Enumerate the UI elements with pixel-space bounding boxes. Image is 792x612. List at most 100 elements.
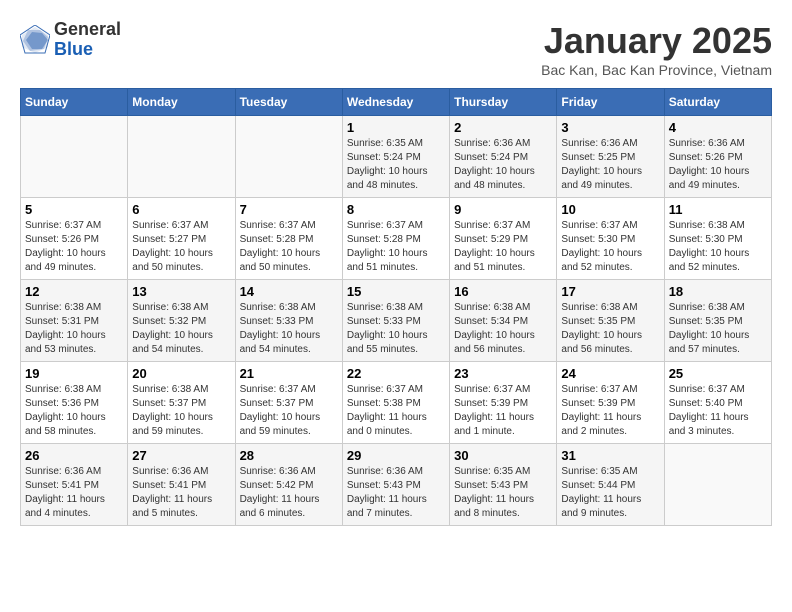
day-info: Sunrise: 6:38 AMSunset: 5:31 PMDaylight:… bbox=[25, 302, 106, 355]
calendar-week-row: 26 Sunrise: 6:36 AMSunset: 5:41 PMDaylig… bbox=[21, 444, 772, 526]
calendar-day-cell: 9 Sunrise: 6:37 AMSunset: 5:29 PMDayligh… bbox=[450, 198, 557, 280]
day-info: Sunrise: 6:36 AMSunset: 5:25 PMDaylight:… bbox=[561, 138, 642, 191]
day-info: Sunrise: 6:38 AMSunset: 5:35 PMDaylight:… bbox=[561, 302, 642, 355]
calendar-week-row: 1 Sunrise: 6:35 AMSunset: 5:24 PMDayligh… bbox=[21, 116, 772, 198]
calendar-day-cell: 19 Sunrise: 6:38 AMSunset: 5:36 PMDaylig… bbox=[21, 362, 128, 444]
weekday-header-tuesday: Tuesday bbox=[235, 89, 342, 116]
day-info: Sunrise: 6:38 AMSunset: 5:32 PMDaylight:… bbox=[132, 302, 213, 355]
page-header: General Blue January 2025 Bac Kan, Bac K… bbox=[20, 20, 772, 78]
day-info: Sunrise: 6:38 AMSunset: 5:33 PMDaylight:… bbox=[240, 302, 321, 355]
day-info: Sunrise: 6:36 AMSunset: 5:41 PMDaylight:… bbox=[132, 466, 212, 519]
day-number: 20 bbox=[132, 366, 230, 381]
day-number: 18 bbox=[669, 284, 767, 299]
day-number: 19 bbox=[25, 366, 123, 381]
day-info: Sunrise: 6:36 AMSunset: 5:26 PMDaylight:… bbox=[669, 138, 750, 191]
calendar-day-cell bbox=[128, 116, 235, 198]
day-number: 7 bbox=[240, 202, 338, 217]
day-number: 14 bbox=[240, 284, 338, 299]
day-number: 8 bbox=[347, 202, 445, 217]
day-info: Sunrise: 6:37 AMSunset: 5:39 PMDaylight:… bbox=[561, 384, 641, 437]
day-number: 4 bbox=[669, 120, 767, 135]
day-number: 10 bbox=[561, 202, 659, 217]
weekday-header-wednesday: Wednesday bbox=[342, 89, 449, 116]
logo-icon bbox=[20, 25, 50, 55]
weekday-header-row: SundayMondayTuesdayWednesdayThursdayFrid… bbox=[21, 89, 772, 116]
calendar-week-row: 12 Sunrise: 6:38 AMSunset: 5:31 PMDaylig… bbox=[21, 280, 772, 362]
month-title: January 2025 bbox=[541, 20, 772, 62]
calendar-day-cell: 7 Sunrise: 6:37 AMSunset: 5:28 PMDayligh… bbox=[235, 198, 342, 280]
day-number: 30 bbox=[454, 448, 552, 463]
logo: General Blue bbox=[20, 20, 121, 60]
calendar-day-cell bbox=[235, 116, 342, 198]
calendar-day-cell: 20 Sunrise: 6:38 AMSunset: 5:37 PMDaylig… bbox=[128, 362, 235, 444]
day-number: 16 bbox=[454, 284, 552, 299]
weekday-header-sunday: Sunday bbox=[21, 89, 128, 116]
day-info: Sunrise: 6:38 AMSunset: 5:35 PMDaylight:… bbox=[669, 302, 750, 355]
calendar-week-row: 19 Sunrise: 6:38 AMSunset: 5:36 PMDaylig… bbox=[21, 362, 772, 444]
day-info: Sunrise: 6:35 AMSunset: 5:43 PMDaylight:… bbox=[454, 466, 534, 519]
day-number: 12 bbox=[25, 284, 123, 299]
day-info: Sunrise: 6:35 AMSunset: 5:44 PMDaylight:… bbox=[561, 466, 641, 519]
day-info: Sunrise: 6:35 AMSunset: 5:24 PMDaylight:… bbox=[347, 138, 428, 191]
day-info: Sunrise: 6:38 AMSunset: 5:34 PMDaylight:… bbox=[454, 302, 535, 355]
day-info: Sunrise: 6:38 AMSunset: 5:33 PMDaylight:… bbox=[347, 302, 428, 355]
day-info: Sunrise: 6:37 AMSunset: 5:28 PMDaylight:… bbox=[347, 220, 428, 273]
weekday-header-monday: Monday bbox=[128, 89, 235, 116]
calendar-day-cell: 31 Sunrise: 6:35 AMSunset: 5:44 PMDaylig… bbox=[557, 444, 664, 526]
day-info: Sunrise: 6:37 AMSunset: 5:37 PMDaylight:… bbox=[240, 384, 321, 437]
day-number: 25 bbox=[669, 366, 767, 381]
calendar-day-cell: 28 Sunrise: 6:36 AMSunset: 5:42 PMDaylig… bbox=[235, 444, 342, 526]
day-info: Sunrise: 6:36 AMSunset: 5:24 PMDaylight:… bbox=[454, 138, 535, 191]
day-info: Sunrise: 6:37 AMSunset: 5:38 PMDaylight:… bbox=[347, 384, 427, 437]
day-info: Sunrise: 6:37 AMSunset: 5:30 PMDaylight:… bbox=[561, 220, 642, 273]
day-number: 15 bbox=[347, 284, 445, 299]
day-number: 24 bbox=[561, 366, 659, 381]
calendar-day-cell: 3 Sunrise: 6:36 AMSunset: 5:25 PMDayligh… bbox=[557, 116, 664, 198]
logo-blue: Blue bbox=[54, 40, 121, 60]
day-number: 1 bbox=[347, 120, 445, 135]
calendar-day-cell: 22 Sunrise: 6:37 AMSunset: 5:38 PMDaylig… bbox=[342, 362, 449, 444]
day-number: 27 bbox=[132, 448, 230, 463]
day-info: Sunrise: 6:38 AMSunset: 5:36 PMDaylight:… bbox=[25, 384, 106, 437]
day-number: 11 bbox=[669, 202, 767, 217]
calendar-day-cell: 2 Sunrise: 6:36 AMSunset: 5:24 PMDayligh… bbox=[450, 116, 557, 198]
weekday-header-saturday: Saturday bbox=[664, 89, 771, 116]
logo-general: General bbox=[54, 20, 121, 40]
day-number: 26 bbox=[25, 448, 123, 463]
day-info: Sunrise: 6:36 AMSunset: 5:41 PMDaylight:… bbox=[25, 466, 105, 519]
calendar-day-cell: 6 Sunrise: 6:37 AMSunset: 5:27 PMDayligh… bbox=[128, 198, 235, 280]
calendar-day-cell: 23 Sunrise: 6:37 AMSunset: 5:39 PMDaylig… bbox=[450, 362, 557, 444]
day-info: Sunrise: 6:38 AMSunset: 5:30 PMDaylight:… bbox=[669, 220, 750, 273]
day-number: 2 bbox=[454, 120, 552, 135]
day-info: Sunrise: 6:37 AMSunset: 5:26 PMDaylight:… bbox=[25, 220, 106, 273]
calendar-day-cell: 26 Sunrise: 6:36 AMSunset: 5:41 PMDaylig… bbox=[21, 444, 128, 526]
location: Bac Kan, Bac Kan Province, Vietnam bbox=[541, 62, 772, 78]
calendar-day-cell: 25 Sunrise: 6:37 AMSunset: 5:40 PMDaylig… bbox=[664, 362, 771, 444]
day-info: Sunrise: 6:37 AMSunset: 5:29 PMDaylight:… bbox=[454, 220, 535, 273]
calendar-day-cell: 14 Sunrise: 6:38 AMSunset: 5:33 PMDaylig… bbox=[235, 280, 342, 362]
calendar-day-cell: 17 Sunrise: 6:38 AMSunset: 5:35 PMDaylig… bbox=[557, 280, 664, 362]
day-number: 22 bbox=[347, 366, 445, 381]
calendar-day-cell: 13 Sunrise: 6:38 AMSunset: 5:32 PMDaylig… bbox=[128, 280, 235, 362]
day-info: Sunrise: 6:37 AMSunset: 5:40 PMDaylight:… bbox=[669, 384, 749, 437]
day-number: 3 bbox=[561, 120, 659, 135]
calendar-day-cell: 4 Sunrise: 6:36 AMSunset: 5:26 PMDayligh… bbox=[664, 116, 771, 198]
day-number: 13 bbox=[132, 284, 230, 299]
day-number: 29 bbox=[347, 448, 445, 463]
calendar-day-cell: 29 Sunrise: 6:36 AMSunset: 5:43 PMDaylig… bbox=[342, 444, 449, 526]
calendar-day-cell: 12 Sunrise: 6:38 AMSunset: 5:31 PMDaylig… bbox=[21, 280, 128, 362]
day-number: 23 bbox=[454, 366, 552, 381]
day-info: Sunrise: 6:36 AMSunset: 5:43 PMDaylight:… bbox=[347, 466, 427, 519]
weekday-header-friday: Friday bbox=[557, 89, 664, 116]
calendar-day-cell: 16 Sunrise: 6:38 AMSunset: 5:34 PMDaylig… bbox=[450, 280, 557, 362]
day-number: 31 bbox=[561, 448, 659, 463]
day-number: 21 bbox=[240, 366, 338, 381]
day-info: Sunrise: 6:36 AMSunset: 5:42 PMDaylight:… bbox=[240, 466, 320, 519]
calendar-day-cell: 27 Sunrise: 6:36 AMSunset: 5:41 PMDaylig… bbox=[128, 444, 235, 526]
calendar-day-cell: 30 Sunrise: 6:35 AMSunset: 5:43 PMDaylig… bbox=[450, 444, 557, 526]
calendar-table: SundayMondayTuesdayWednesdayThursdayFrid… bbox=[20, 88, 772, 526]
calendar-day-cell: 5 Sunrise: 6:37 AMSunset: 5:26 PMDayligh… bbox=[21, 198, 128, 280]
day-number: 9 bbox=[454, 202, 552, 217]
calendar-day-cell: 11 Sunrise: 6:38 AMSunset: 5:30 PMDaylig… bbox=[664, 198, 771, 280]
calendar-day-cell: 21 Sunrise: 6:37 AMSunset: 5:37 PMDaylig… bbox=[235, 362, 342, 444]
